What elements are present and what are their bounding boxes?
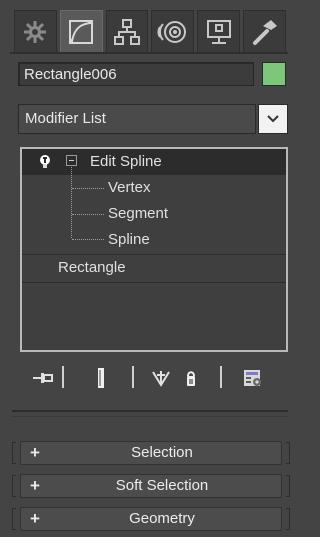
divider (12, 416, 288, 417)
rollout-soft-selection[interactable]: + Soft Selection (12, 473, 290, 499)
pin-stack-icon (33, 373, 53, 383)
rollout-selection[interactable]: + Selection (12, 440, 290, 466)
stack-item-edit-spline[interactable]: Edit Spline (22, 149, 286, 175)
collapse-icon[interactable] (66, 155, 77, 166)
remove-modifier-icon (187, 371, 195, 386)
tab-utilities[interactable] (243, 10, 286, 53)
make-unique-icon (152, 371, 170, 387)
command-panel-tabs (14, 10, 286, 54)
modify-icon (69, 20, 94, 44)
pin-stack-button[interactable] (30, 366, 56, 390)
configure-modifier-sets-icon (244, 370, 261, 386)
create-icon (24, 21, 47, 43)
make-unique-button[interactable] (148, 366, 174, 390)
show-end-result-icon (98, 368, 104, 388)
modifier-stack[interactable]: Edit Spline Vertex Segment Spline Rectan… (20, 147, 288, 352)
rollout-title: Geometry (129, 510, 195, 527)
stack-item-label: Vertex (108, 179, 151, 196)
expand-plus-icon: + (30, 443, 40, 462)
toolbar-separator (62, 366, 64, 388)
chevron-down-icon (267, 115, 279, 123)
motion-icon (157, 21, 186, 43)
modifier-list-dropdown[interactable]: Modifier List (18, 104, 256, 134)
hierarchy-icon (114, 19, 141, 45)
stack-item-label: Segment (108, 205, 169, 222)
show-end-result-button[interactable] (88, 366, 114, 390)
divider (12, 410, 288, 412)
remove-modifier-button[interactable] (178, 366, 204, 390)
tab-motion[interactable] (151, 10, 195, 53)
rollout-title: Selection (131, 444, 193, 461)
expand-plus-icon: + (30, 509, 40, 528)
toolbar-separator (132, 366, 134, 388)
lightbulb-icon[interactable] (38, 154, 52, 170)
stack-item-label: Edit Spline (90, 153, 162, 170)
modifier-stack-toolbar (20, 362, 288, 394)
stack-item-vertex[interactable]: Vertex (22, 175, 286, 201)
object-name-field[interactable]: Rectangle006 (18, 62, 254, 86)
stack-item-rectangle[interactable]: Rectangle (22, 255, 286, 281)
tabs-divider (10, 52, 288, 54)
tab-modify[interactable] (59, 10, 103, 53)
rollout-title: Soft Selection (115, 477, 209, 494)
rollout-geometry[interactable]: + Geometry (12, 506, 290, 532)
toolbar-separator (220, 366, 222, 388)
configure-modifier-sets-button[interactable] (240, 366, 266, 390)
stack-item-label: Rectangle (58, 259, 126, 276)
display-icon (206, 20, 231, 44)
command-panel: Rectangle006 Modifier List Edit Spline V… (0, 0, 298, 537)
utilities-icon (252, 20, 277, 45)
tab-create[interactable] (14, 10, 57, 53)
modifier-list-arrow-button[interactable] (258, 104, 288, 134)
object-color-swatch[interactable] (262, 62, 286, 86)
stack-item-segment[interactable]: Segment (22, 201, 286, 227)
stack-item-spline[interactable]: Spline (22, 227, 286, 253)
stack-item-label: Spline (108, 231, 150, 248)
expand-plus-icon: + (30, 476, 40, 495)
stack-divider (22, 282, 286, 283)
tab-hierarchy[interactable] (105, 10, 149, 53)
tab-display[interactable] (197, 10, 241, 53)
